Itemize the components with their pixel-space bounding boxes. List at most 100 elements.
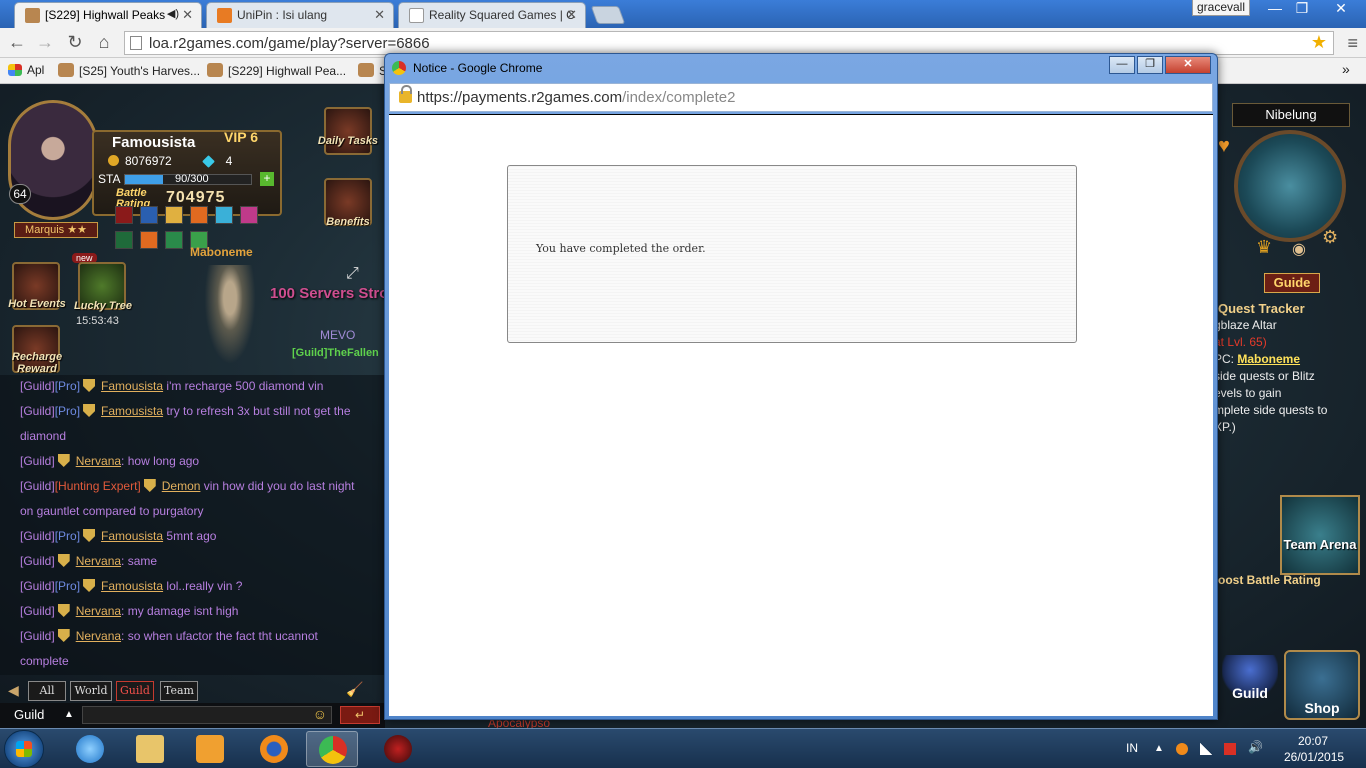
gear-icon[interactable]: ⚙ bbox=[1322, 227, 1338, 248]
back-arrow-icon[interactable]: ← bbox=[6, 33, 28, 53]
tab-reality-squared[interactable]: Reality Squared Games | C ✕ bbox=[398, 2, 586, 28]
tab-unipin[interactable]: UniPin : Isi ulang ✕ bbox=[206, 2, 394, 28]
buff-icon[interactable] bbox=[165, 206, 183, 224]
network-signal-icon[interactable] bbox=[1200, 743, 1212, 755]
popup-close-button[interactable]: ✕ bbox=[1165, 56, 1211, 74]
chat-sender-link[interactable]: Famousista bbox=[101, 579, 163, 593]
chrome-menu-icon[interactable]: ≡ bbox=[1347, 33, 1358, 54]
bookmark-s25[interactable]: [S25] Youth's Harves... bbox=[58, 63, 200, 78]
address-url[interactable]: loa.r2games.com/game/play?server=6866 bbox=[149, 35, 430, 52]
team-arena-button[interactable]: Team Arena bbox=[1280, 495, 1360, 575]
forward-arrow-icon[interactable]: → bbox=[34, 33, 56, 53]
bookmark-star-icon[interactable]: ★ bbox=[1311, 32, 1327, 53]
taskbar-ie[interactable] bbox=[64, 731, 116, 767]
npc-name-label[interactable]: Maboneme bbox=[190, 245, 253, 259]
clock-date[interactable]: 26/01/2015 bbox=[1284, 750, 1344, 764]
chat-tab-all[interactable]: All bbox=[28, 681, 66, 701]
buff-icon[interactable] bbox=[115, 206, 133, 224]
guide-button[interactable]: Guide bbox=[1264, 273, 1320, 293]
tray-app-icon[interactable] bbox=[1176, 743, 1188, 755]
reload-icon[interactable]: ↻ bbox=[64, 33, 86, 53]
quest-npc-link[interactable]: Maboneme bbox=[1237, 352, 1300, 366]
bookmark-s[interactable]: S bbox=[358, 63, 387, 78]
popup-url[interactable]: https://payments.r2games.com/index/compl… bbox=[417, 89, 736, 106]
taskbar-game[interactable] bbox=[372, 731, 424, 767]
guild-shield-icon bbox=[143, 479, 156, 492]
chat-channel-select[interactable]: Guild ▲ bbox=[8, 706, 78, 724]
chat-tab-team[interactable]: Team bbox=[160, 681, 198, 701]
volume-icon[interactable]: 🔊 bbox=[1248, 740, 1263, 754]
new-tab-button[interactable] bbox=[590, 6, 626, 24]
taskbar-media-player[interactable] bbox=[184, 731, 236, 767]
daily-tasks-label: Daily Tasks bbox=[317, 135, 379, 147]
start-button[interactable] bbox=[4, 730, 44, 768]
address-bar[interactable]: loa.r2games.com/game/play?server=6866 ★ bbox=[124, 31, 1334, 55]
close-tab-icon[interactable]: ✕ bbox=[566, 7, 577, 23]
close-tab-icon[interactable]: ✕ bbox=[182, 7, 193, 23]
popup-url-bar[interactable]: https://payments.r2games.com/index/compl… bbox=[389, 83, 1213, 112]
lock-warning-icon[interactable] bbox=[399, 85, 412, 103]
guild-button[interactable]: Guild bbox=[1222, 655, 1278, 705]
minimize-button[interactable]: — bbox=[1262, 0, 1288, 18]
shop-button[interactable]: Shop bbox=[1284, 650, 1360, 720]
buff-icon[interactable] bbox=[215, 206, 233, 224]
show-hidden-icons-icon[interactable]: ▲ bbox=[1154, 743, 1166, 755]
battery-icon[interactable] bbox=[1224, 743, 1236, 755]
heart-icon[interactable]: ♥ bbox=[1218, 135, 1230, 158]
chat-input[interactable]: ☺ bbox=[82, 706, 332, 724]
chat-sender-link[interactable]: Demon bbox=[162, 479, 201, 493]
chat-sender-link[interactable]: Famousista bbox=[101, 529, 163, 543]
close-tab-icon[interactable]: ✕ bbox=[374, 7, 385, 23]
chat-sender-link[interactable]: Nervana bbox=[76, 629, 121, 643]
maximize-button[interactable]: ❐ bbox=[1290, 0, 1314, 18]
taskbar-explorer[interactable] bbox=[124, 731, 176, 767]
buff-icon[interactable] bbox=[165, 231, 183, 249]
clock-time[interactable]: 20:07 bbox=[1298, 734, 1328, 748]
game-icon bbox=[384, 735, 412, 763]
chat-sender-link[interactable]: Famousista bbox=[101, 379, 163, 393]
player-mevo-label[interactable]: MEVO bbox=[320, 328, 355, 342]
add-stamina-button[interactable]: + bbox=[260, 172, 274, 186]
chat-sender-link[interactable]: Famousista bbox=[101, 404, 163, 418]
bookmarks-overflow-icon[interactable]: » bbox=[1342, 61, 1350, 77]
chat-sender-link[interactable]: Nervana bbox=[76, 454, 121, 468]
bookmark-s229[interactable]: [S229] Highwall Pea... bbox=[207, 63, 346, 78]
bookmark-apps[interactable]: Apl bbox=[8, 63, 44, 77]
tab-highwall-peaks[interactable]: [S229] Highwall Peaks ◀) ✕ bbox=[14, 2, 202, 28]
buff-icon[interactable] bbox=[190, 206, 208, 224]
chat-send-button[interactable]: ↵ bbox=[340, 706, 380, 724]
buff-icon[interactable] bbox=[115, 231, 133, 249]
page-info-icon[interactable] bbox=[130, 36, 142, 50]
boost-battle-rating[interactable]: oost Battle Rating bbox=[1218, 573, 1321, 587]
chat-sender-link[interactable]: Nervana bbox=[76, 604, 121, 618]
input-language[interactable]: IN bbox=[1126, 741, 1138, 755]
home-icon[interactable]: ⌂ bbox=[93, 33, 115, 53]
chat-tab-world[interactable]: World bbox=[70, 681, 112, 701]
popup-maximize-button[interactable]: ❐ bbox=[1137, 56, 1163, 74]
quest-tracker-title[interactable]: Quest Tracker bbox=[1214, 300, 1366, 317]
broom-icon[interactable]: 🧹 bbox=[346, 681, 363, 698]
chat-tab-guild[interactable]: Guild bbox=[116, 681, 154, 701]
taskbar-firefox[interactable] bbox=[248, 731, 300, 767]
expand-icon[interactable]: ⤢ bbox=[346, 265, 359, 283]
eye-icon[interactable]: ◉ bbox=[1292, 239, 1306, 259]
minimap[interactable] bbox=[1234, 130, 1346, 242]
close-window-button[interactable]: ✕ bbox=[1322, 0, 1360, 18]
profile-button[interactable]: gracevall bbox=[1192, 0, 1250, 16]
taskbar-chrome[interactable] bbox=[306, 731, 358, 767]
chat-scroll-left-icon[interactable]: ◀ bbox=[8, 682, 19, 699]
daily-tasks-button[interactable] bbox=[324, 107, 372, 155]
vip-badge[interactable]: VIP 6 bbox=[224, 129, 258, 145]
buff-icon[interactable] bbox=[140, 231, 158, 249]
emoji-icon[interactable]: ☺ bbox=[313, 706, 327, 722]
audio-playing-icon[interactable]: ◀) bbox=[167, 7, 179, 20]
quest-name[interactable]: gblaze Altar bbox=[1214, 317, 1366, 334]
chat-line: on gauntlet compared to purgatory bbox=[20, 504, 203, 518]
event-banner[interactable]: 100 Servers Stro bbox=[270, 285, 388, 302]
buff-icon[interactable] bbox=[140, 206, 158, 224]
crown-icon[interactable]: ♛ bbox=[1256, 237, 1272, 258]
npc-figure[interactable] bbox=[200, 265, 260, 375]
chat-sender-link[interactable]: Nervana bbox=[76, 554, 121, 568]
popup-minimize-button[interactable]: — bbox=[1109, 56, 1135, 74]
buff-icon[interactable] bbox=[240, 206, 258, 224]
